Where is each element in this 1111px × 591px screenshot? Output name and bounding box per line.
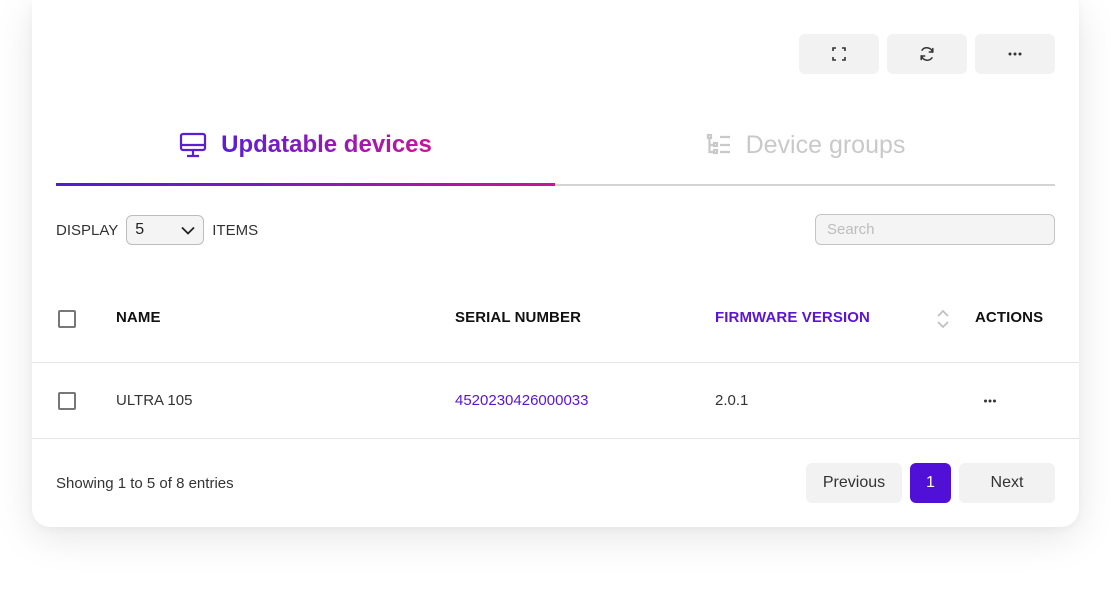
tab-bar: Updatable devices Device groups xyxy=(56,106,1055,186)
display-label: DISPLAY xyxy=(56,221,119,239)
display-items-control: DISPLAY 5 ITEMS xyxy=(56,214,258,246)
serial-number-link[interactable]: 4520230426000033 xyxy=(455,392,588,409)
next-page-button[interactable]: Next xyxy=(959,463,1055,503)
active-tab-indicator xyxy=(56,183,555,186)
page-1-button[interactable]: 1 xyxy=(910,463,951,503)
column-header-name[interactable]: NAME xyxy=(116,309,161,326)
more-horizontal-icon xyxy=(1008,52,1022,56)
tab-label: Device groups xyxy=(745,130,906,159)
page-size-value: 5 xyxy=(135,221,145,238)
row-checkbox[interactable] xyxy=(58,392,76,410)
more-options-button[interactable] xyxy=(975,34,1055,74)
tab-updatable-devices[interactable]: Updatable devices xyxy=(56,106,555,184)
list-tree-icon xyxy=(706,133,730,155)
monitor-icon xyxy=(180,132,207,158)
items-label: ITEMS xyxy=(212,221,259,239)
firmware-version-cell: 2.0.1 xyxy=(715,392,749,409)
sort-icon[interactable] xyxy=(936,309,950,329)
column-header-actions: ACTIONS xyxy=(975,309,1044,326)
fullscreen-icon xyxy=(832,47,846,61)
device-name-cell: ULTRA 105 xyxy=(116,392,193,409)
refresh-icon xyxy=(920,47,934,61)
refresh-button[interactable] xyxy=(887,34,967,74)
column-header-serial-number[interactable]: SERIAL NUMBER xyxy=(455,309,581,326)
search-input[interactable] xyxy=(815,214,1055,245)
column-header-firmware-version[interactable]: FIRMWARE VERSION xyxy=(715,309,870,326)
chevron-down-icon xyxy=(181,226,195,235)
table-divider xyxy=(32,438,1079,439)
select-all-checkbox[interactable] xyxy=(58,310,76,328)
more-horizontal-icon xyxy=(984,399,996,403)
tab-device-groups[interactable]: Device groups xyxy=(556,106,1055,184)
page-size-select[interactable]: 5 xyxy=(126,215,205,245)
previous-page-button[interactable]: Previous xyxy=(806,463,902,503)
table-divider xyxy=(32,362,1079,363)
tab-label: Updatable devices xyxy=(221,131,432,158)
row-actions-button[interactable] xyxy=(978,391,1002,411)
fullscreen-button[interactable] xyxy=(799,34,879,74)
devices-card: Updatable devices Device groups DISPLAY … xyxy=(32,0,1079,527)
entries-info: Showing 1 to 5 of 8 entries xyxy=(56,475,234,492)
